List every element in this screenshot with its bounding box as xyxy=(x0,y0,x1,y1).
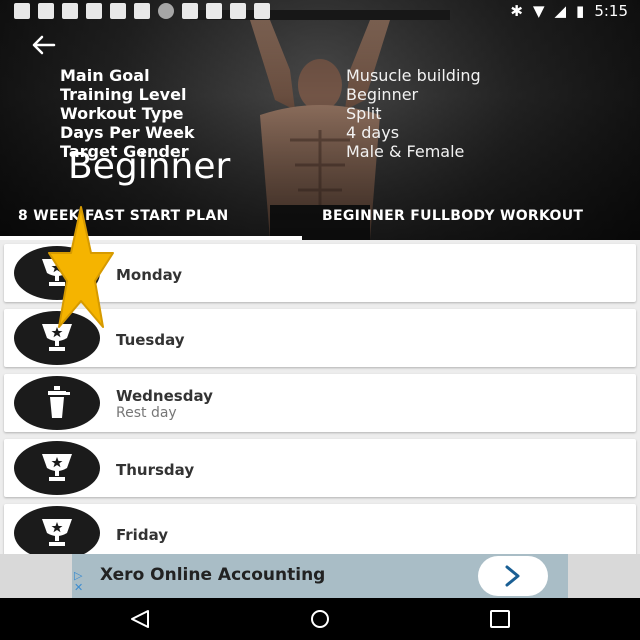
sync-notification-icon xyxy=(158,3,174,19)
back-nav-icon[interactable] xyxy=(128,609,152,629)
ad-banner[interactable]: ▷ ✕ Xero Online Accounting xyxy=(0,554,640,598)
info-value-main-goal: Musucle building xyxy=(346,66,481,85)
lock-notification-icon xyxy=(182,3,198,19)
day-card-wednesday[interactable]: Wednesday Rest day xyxy=(4,374,636,432)
navigation-bar xyxy=(0,598,640,640)
info-label-main-goal: Main Goal xyxy=(60,66,150,85)
day-label: Wednesday xyxy=(116,387,213,405)
android-notification-icon xyxy=(206,3,222,19)
day-label: Friday xyxy=(116,526,169,544)
status-bar: ✱ ▼ ◢ ▮ 5:15 xyxy=(0,0,640,22)
shaker-bottle-icon xyxy=(48,386,70,418)
play-store-notification-icon xyxy=(254,3,270,19)
tools-notification-icon xyxy=(134,3,150,19)
level-title: Beginner xyxy=(68,146,231,187)
info-value-days-per-week: 4 days xyxy=(346,123,400,142)
info-label-training-level: Training Level xyxy=(60,85,187,104)
info-value-target-gender: Male & Female xyxy=(346,142,465,161)
clock: 5:15 xyxy=(594,2,628,20)
home-nav-icon[interactable] xyxy=(306,609,334,629)
day-label: Tuesday xyxy=(116,331,185,349)
star-icon xyxy=(48,206,114,328)
trophy-icon xyxy=(42,454,72,481)
day-card-friday[interactable]: Friday xyxy=(4,504,636,554)
signal-icon: ◢ xyxy=(554,2,567,20)
ad-text: Xero Online Accounting xyxy=(100,565,326,585)
back-button[interactable] xyxy=(30,32,56,63)
tab-beginner-fullbody-workout[interactable]: BEGINNER FULLBODY WORKOUT xyxy=(322,208,583,224)
mail-notification-icon xyxy=(230,3,246,19)
recents-nav-icon[interactable] xyxy=(488,609,512,629)
facebook-notification-icon xyxy=(14,3,30,19)
ad-open-button[interactable] xyxy=(478,556,548,596)
info-label-workout-type: Workout Type xyxy=(60,104,184,123)
day-label: Monday xyxy=(116,266,183,284)
ad-choices-icon[interactable]: ▷ ✕ xyxy=(74,570,83,594)
bluetooth-icon: ✱ xyxy=(510,2,523,20)
info-value-training-level: Beginner xyxy=(346,85,419,104)
trophy-icon xyxy=(42,519,72,546)
day-icon-circle xyxy=(14,439,100,497)
facebook-notification-icon xyxy=(38,3,54,19)
facebook-notification-icon xyxy=(62,3,78,19)
chevron-right-icon xyxy=(505,565,520,587)
day-subtitle: Rest day xyxy=(116,405,177,421)
facebook-notification-icon xyxy=(86,3,102,19)
day-icon-circle xyxy=(14,504,100,554)
battery-icon: ▮ xyxy=(576,2,585,20)
day-card-thursday[interactable]: Thursday xyxy=(4,439,636,497)
info-value-workout-type: Split xyxy=(346,104,382,123)
day-icon-circle xyxy=(14,374,100,432)
info-label-days-per-week: Days Per Week xyxy=(60,123,195,142)
facebook-notification-icon xyxy=(110,3,126,19)
arrow-left-icon xyxy=(32,35,56,55)
active-tab-indicator xyxy=(0,236,302,240)
day-label: Thursday xyxy=(116,461,195,479)
wifi-icon: ▼ xyxy=(532,2,545,20)
